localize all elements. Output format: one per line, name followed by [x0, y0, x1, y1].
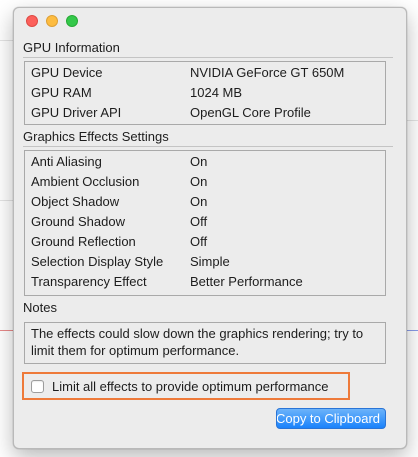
- setting-label: Transparency Effect: [31, 274, 147, 289]
- setting-value: On: [190, 194, 208, 209]
- zoom-icon[interactable]: [66, 15, 78, 27]
- info-value: 1024 MB: [190, 85, 243, 100]
- info-label: GPU Device: [31, 65, 103, 80]
- setting-value: Off: [190, 234, 208, 249]
- setting-value: On: [190, 174, 208, 189]
- setting-value: On: [190, 154, 208, 169]
- graphics-effects-panel: Anti Aliasing On Ambient Occlusion On Ob…: [24, 150, 386, 296]
- setting-label: Selection Display Style: [31, 254, 164, 269]
- notes-text: The effects could slow down the graphics…: [24, 322, 386, 364]
- info-row: GPU Device NVIDIA GeForce GT 650M: [25, 63, 385, 83]
- setting-value: Simple: [190, 254, 230, 269]
- setting-value: Off: [190, 214, 208, 229]
- setting-label: Ground Shadow: [31, 214, 125, 229]
- section-divider: [23, 57, 393, 58]
- gpu-information-panel: GPU Device NVIDIA GeForce GT 650M GPU RA…: [24, 61, 386, 125]
- limit-effects-highlight: Limit all effects to provide optimum per…: [22, 372, 350, 400]
- setting-row: Anti Aliasing On: [25, 152, 385, 172]
- copy-button-label: Copy to Clipboard: [276, 411, 381, 426]
- info-value: NVIDIA GeForce GT 650M: [190, 65, 345, 80]
- title-bar: [14, 8, 406, 36]
- section-divider: [23, 146, 393, 147]
- section-title-notes: Notes: [23, 300, 57, 315]
- setting-row: Selection Display Style Simple: [25, 252, 385, 272]
- background-axis-line: [0, 330, 13, 331]
- setting-label: Ambient Occlusion: [31, 174, 140, 189]
- minimize-icon[interactable]: [46, 15, 58, 27]
- setting-row: Transparency Effect Better Performance: [25, 272, 385, 292]
- setting-row: Ground Shadow Off: [25, 212, 385, 232]
- copy-to-clipboard-button[interactable]: Copy to Clipboard: [276, 408, 386, 429]
- setting-label: Anti Aliasing: [31, 154, 102, 169]
- limit-effects-checkbox[interactable]: [31, 380, 44, 393]
- setting-label: Object Shadow: [31, 194, 120, 209]
- setting-row: Ambient Occlusion On: [25, 172, 385, 192]
- info-row: GPU RAM 1024 MB: [25, 83, 385, 103]
- info-label: GPU Driver API: [31, 105, 122, 120]
- background-grid-line: [0, 200, 13, 201]
- limit-effects-label[interactable]: Limit all effects to provide optimum per…: [52, 379, 329, 394]
- info-row: GPU Driver API OpenGL Core Profile: [25, 103, 385, 123]
- section-title-gpu-information: GPU Information: [23, 40, 120, 55]
- close-icon[interactable]: [26, 15, 38, 27]
- background-grid-line: [0, 40, 13, 41]
- setting-label: Ground Reflection: [31, 234, 136, 249]
- setting-row: Ground Reflection Off: [25, 232, 385, 252]
- info-value: OpenGL Core Profile: [190, 105, 311, 120]
- section-title-graphics-effects: Graphics Effects Settings: [23, 129, 169, 144]
- info-label: GPU RAM: [31, 85, 92, 100]
- gpu-info-dialog: GPU Information GPU Device NVIDIA GeForc…: [13, 7, 407, 449]
- setting-value: Better Performance: [190, 274, 303, 289]
- setting-row: Object Shadow On: [25, 192, 385, 212]
